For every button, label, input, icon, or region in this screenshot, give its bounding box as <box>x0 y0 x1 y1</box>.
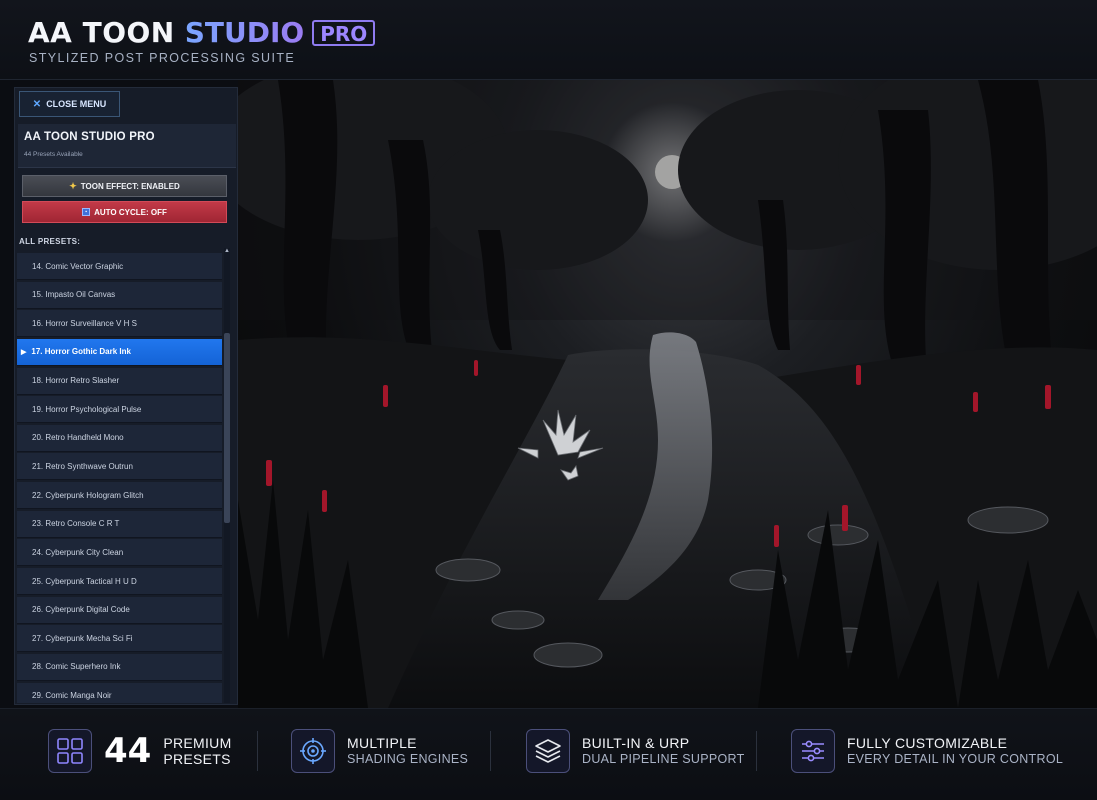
grid-icon <box>48 729 92 773</box>
preset-item[interactable]: 18. Horror Retro Slasher <box>17 367 222 395</box>
preset-label: 28. Comic Superhero Ink <box>32 662 121 672</box>
brand-name-accent: STUDIO <box>184 16 305 49</box>
feature-subtitle: DUAL PIPELINE SUPPORT <box>582 752 745 766</box>
preset-item[interactable]: 27. Cyberpunk Mecha Sci Fi <box>17 625 222 653</box>
preset-label: 27. Cyberpunk Mecha Sci Fi <box>32 633 133 643</box>
feature-subtitle: PRESETS <box>163 751 231 767</box>
preset-label: 19. Horror Psychological Pulse <box>32 404 142 414</box>
presets-heading: ALL PRESETS: <box>19 237 81 246</box>
swamp-scene-illustration <box>238 80 1097 708</box>
app-header: AA TOON STUDIO PRO STYLIZED POST PROCESS… <box>0 0 1097 80</box>
close-icon: ✕ <box>32 98 42 110</box>
toon-effect-label: TOON EFFECT: ENABLED <box>80 181 180 191</box>
feature-title: PREMIUM <box>163 735 232 751</box>
panel-title: AA TOON STUDIO PRO <box>24 131 155 143</box>
preset-item-active[interactable]: ▶ 17. Horror Gothic Dark Ink <box>17 338 222 366</box>
preset-label: 14. Comic Vector Graphic <box>32 261 124 271</box>
preset-label: 17. Horror Gothic Dark Ink <box>31 347 131 357</box>
preset-item[interactable]: 28. Comic Superhero Ink <box>17 653 222 681</box>
preset-label: 26. Cyberpunk Digital Code <box>32 605 130 615</box>
preset-item[interactable]: 14. Comic Vector Graphic <box>17 253 222 280</box>
preset-label: 29. Comic Manga Noir <box>32 691 112 701</box>
cycle-icon: ▪ <box>82 208 91 216</box>
preset-item[interactable]: 16. Horror Surveillance V H S <box>17 310 222 338</box>
scene-preview <box>238 80 1097 708</box>
tagline: STYLIZED POST PROCESSING SUITE <box>29 51 296 65</box>
panel-header: AA TOON STUDIO PRO 44 Presets Available <box>18 124 236 168</box>
preset-item[interactable]: 25. Cyberpunk Tactical H U D <box>17 568 222 596</box>
auto-cycle-toggle[interactable]: ▪ AUTO CYCLE: OFF <box>22 201 227 223</box>
scrollbar-thumb[interactable] <box>224 333 230 523</box>
preset-label: 24. Cyberpunk City Clean <box>32 547 124 557</box>
preset-count: 44 Presets Available <box>24 151 83 158</box>
sliders-icon <box>791 729 835 773</box>
feature-title: BUILT-IN & URP <box>582 735 690 751</box>
preset-item[interactable]: 24. Cyberpunk City Clean <box>17 539 222 567</box>
toon-effect-toggle[interactable]: ✦ TOON EFFECT: ENABLED <box>22 175 227 197</box>
preset-total: 44 <box>104 731 152 771</box>
scroll-up-icon[interactable]: ▲ <box>224 247 230 255</box>
preset-label: 23. Retro Console C R T <box>32 519 120 529</box>
target-icon <box>291 729 335 773</box>
close-menu-label: CLOSE MENU <box>46 99 107 109</box>
preset-item[interactable]: 15. Impasto Oil Canvas <box>17 281 222 309</box>
preset-item[interactable]: 23. Retro Console C R T <box>17 510 222 538</box>
preset-label: 15. Impasto Oil Canvas <box>32 290 116 300</box>
feature-subtitle: EVERY DETAIL IN YOUR CONTROL <box>847 752 1064 766</box>
preset-label: 18. Horror Retro Slasher <box>32 376 120 386</box>
preset-sidebar: ✕ CLOSE MENU AA TOON STUDIO PRO 44 Prese… <box>14 87 238 705</box>
footer-divider <box>257 731 258 771</box>
feature-shading: MULTIPLE SHADING ENGINES <box>291 728 468 774</box>
sparkle-icon: ✦ <box>69 180 77 191</box>
footer-divider <box>756 731 757 771</box>
preset-item[interactable]: 22. Cyberpunk Hologram Glitch <box>17 482 222 510</box>
footer-divider <box>490 731 491 771</box>
preset-label: 20. Retro Handheld Mono <box>32 433 124 443</box>
preset-item[interactable]: 26. Cyberpunk Digital Code <box>17 596 222 624</box>
feature-subtitle: SHADING ENGINES <box>347 752 469 766</box>
feature-title: MULTIPLE <box>347 735 417 751</box>
preset-item[interactable]: 21. Retro Synthwave Outrun <box>17 453 222 481</box>
feature-presets: 44 PREMIUM PRESETS <box>48 728 232 774</box>
feature-title: FULLY CUSTOMIZABLE <box>847 735 1008 751</box>
feature-pipeline: BUILT-IN & URP DUAL PIPELINE SUPPORT <box>526 728 745 774</box>
preset-item[interactable]: 29. Comic Manga Noir <box>17 682 222 703</box>
preset-label: 22. Cyberpunk Hologram Glitch <box>32 490 144 500</box>
preset-label: 16. Horror Surveillance V H S <box>32 318 137 328</box>
close-menu-button[interactable]: ✕ CLOSE MENU <box>19 91 120 117</box>
preset-list: 14. Comic Vector Graphic 15. Impasto Oil… <box>17 253 222 703</box>
preset-label: 21. Retro Synthwave Outrun <box>32 461 133 471</box>
auto-cycle-label: AUTO CYCLE: OFF <box>94 207 167 217</box>
preset-item[interactable]: 19. Horror Psychological Pulse <box>17 396 222 424</box>
brand-name: AA TOON <box>28 16 175 49</box>
preset-label: 25. Cyberpunk Tactical H U D <box>32 576 137 586</box>
brand-logo: AA TOON STUDIO PRO <box>28 16 376 49</box>
selected-arrow-icon: ▶ <box>21 348 27 356</box>
preset-item[interactable]: 20. Retro Handheld Mono <box>17 424 222 452</box>
brand-pro-badge: PRO <box>312 19 376 46</box>
feature-customizable: FULLY CUSTOMIZABLE EVERY DETAIL IN YOUR … <box>791 728 1063 774</box>
layers-icon <box>526 729 570 773</box>
